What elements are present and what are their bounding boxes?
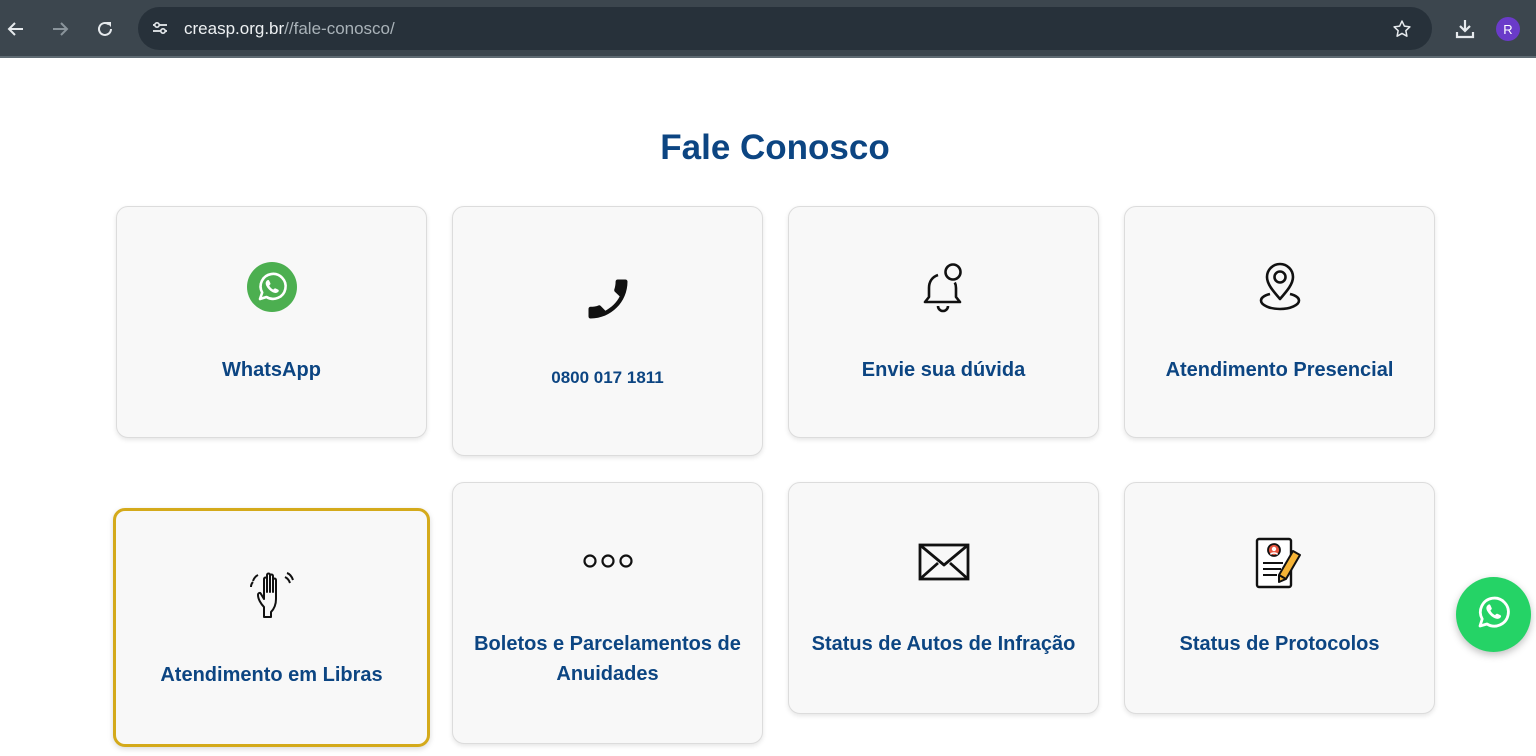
url-path: //fale-conosco/ [284, 19, 395, 38]
page-title: Fale Conosco [660, 128, 890, 167]
card-label: Atendimento em Libras [160, 664, 383, 686]
reload-icon[interactable] [90, 14, 120, 44]
card-label: WhatsApp [222, 359, 321, 381]
floating-whatsapp-button[interactable] [1456, 577, 1531, 652]
card-phone[interactable]: 0800 017 1811 [452, 206, 763, 456]
card-label: Boletos e Parcelamentos de Anuidades [474, 633, 741, 685]
card-boletos-parcelamentos[interactable]: Boletos e Parcelamentos de Anuidades [452, 482, 763, 744]
card-atendimento-libras[interactable]: Atendimento em Libras [113, 508, 430, 747]
bookmark-star-icon[interactable] [1390, 17, 1414, 41]
url-text[interactable]: creasp.org.br//fale-conosco/ [184, 19, 395, 39]
phone-icon [582, 273, 634, 325]
url-host: creasp.org.br [184, 19, 285, 38]
card-label: 0800 017 1811 [551, 368, 664, 387]
whatsapp-icon [1475, 593, 1513, 636]
forward-icon[interactable] [45, 14, 75, 44]
card-status-autos-infracao[interactable]: Status de Autos de Infração [788, 482, 1099, 714]
card-atendimento-presencial[interactable]: Atendimento Presencial [1124, 206, 1435, 438]
location-pin-icon [1255, 261, 1305, 315]
card-whatsapp[interactable]: WhatsApp [116, 206, 427, 438]
envelope-icon [917, 541, 971, 583]
download-icon[interactable] [1452, 16, 1478, 42]
protocol-document-icon [1253, 535, 1307, 591]
browser-toolbar: creasp.org.br//fale-conosco/ R [0, 0, 1536, 58]
more-dots-icon [581, 551, 635, 571]
waving-hand-icon [247, 567, 297, 623]
address-bar[interactable]: creasp.org.br//fale-conosco/ [138, 7, 1432, 50]
card-label: Status de Autos de Infração [811, 633, 1076, 655]
card-label: Atendimento Presencial [1165, 359, 1394, 381]
card-envie-duvida[interactable]: Envie sua dúvida [788, 206, 1099, 438]
back-icon[interactable] [1, 14, 31, 44]
site-info-icon[interactable] [147, 15, 173, 41]
card-label: Envie sua dúvida [861, 359, 1026, 381]
card-status-protocolos[interactable]: Status de Protocolos [1124, 482, 1435, 714]
card-label: Status de Protocolos [1179, 633, 1380, 655]
whatsapp-icon [246, 261, 298, 313]
profile-avatar[interactable]: R [1496, 17, 1520, 41]
bell-icon [918, 261, 970, 315]
